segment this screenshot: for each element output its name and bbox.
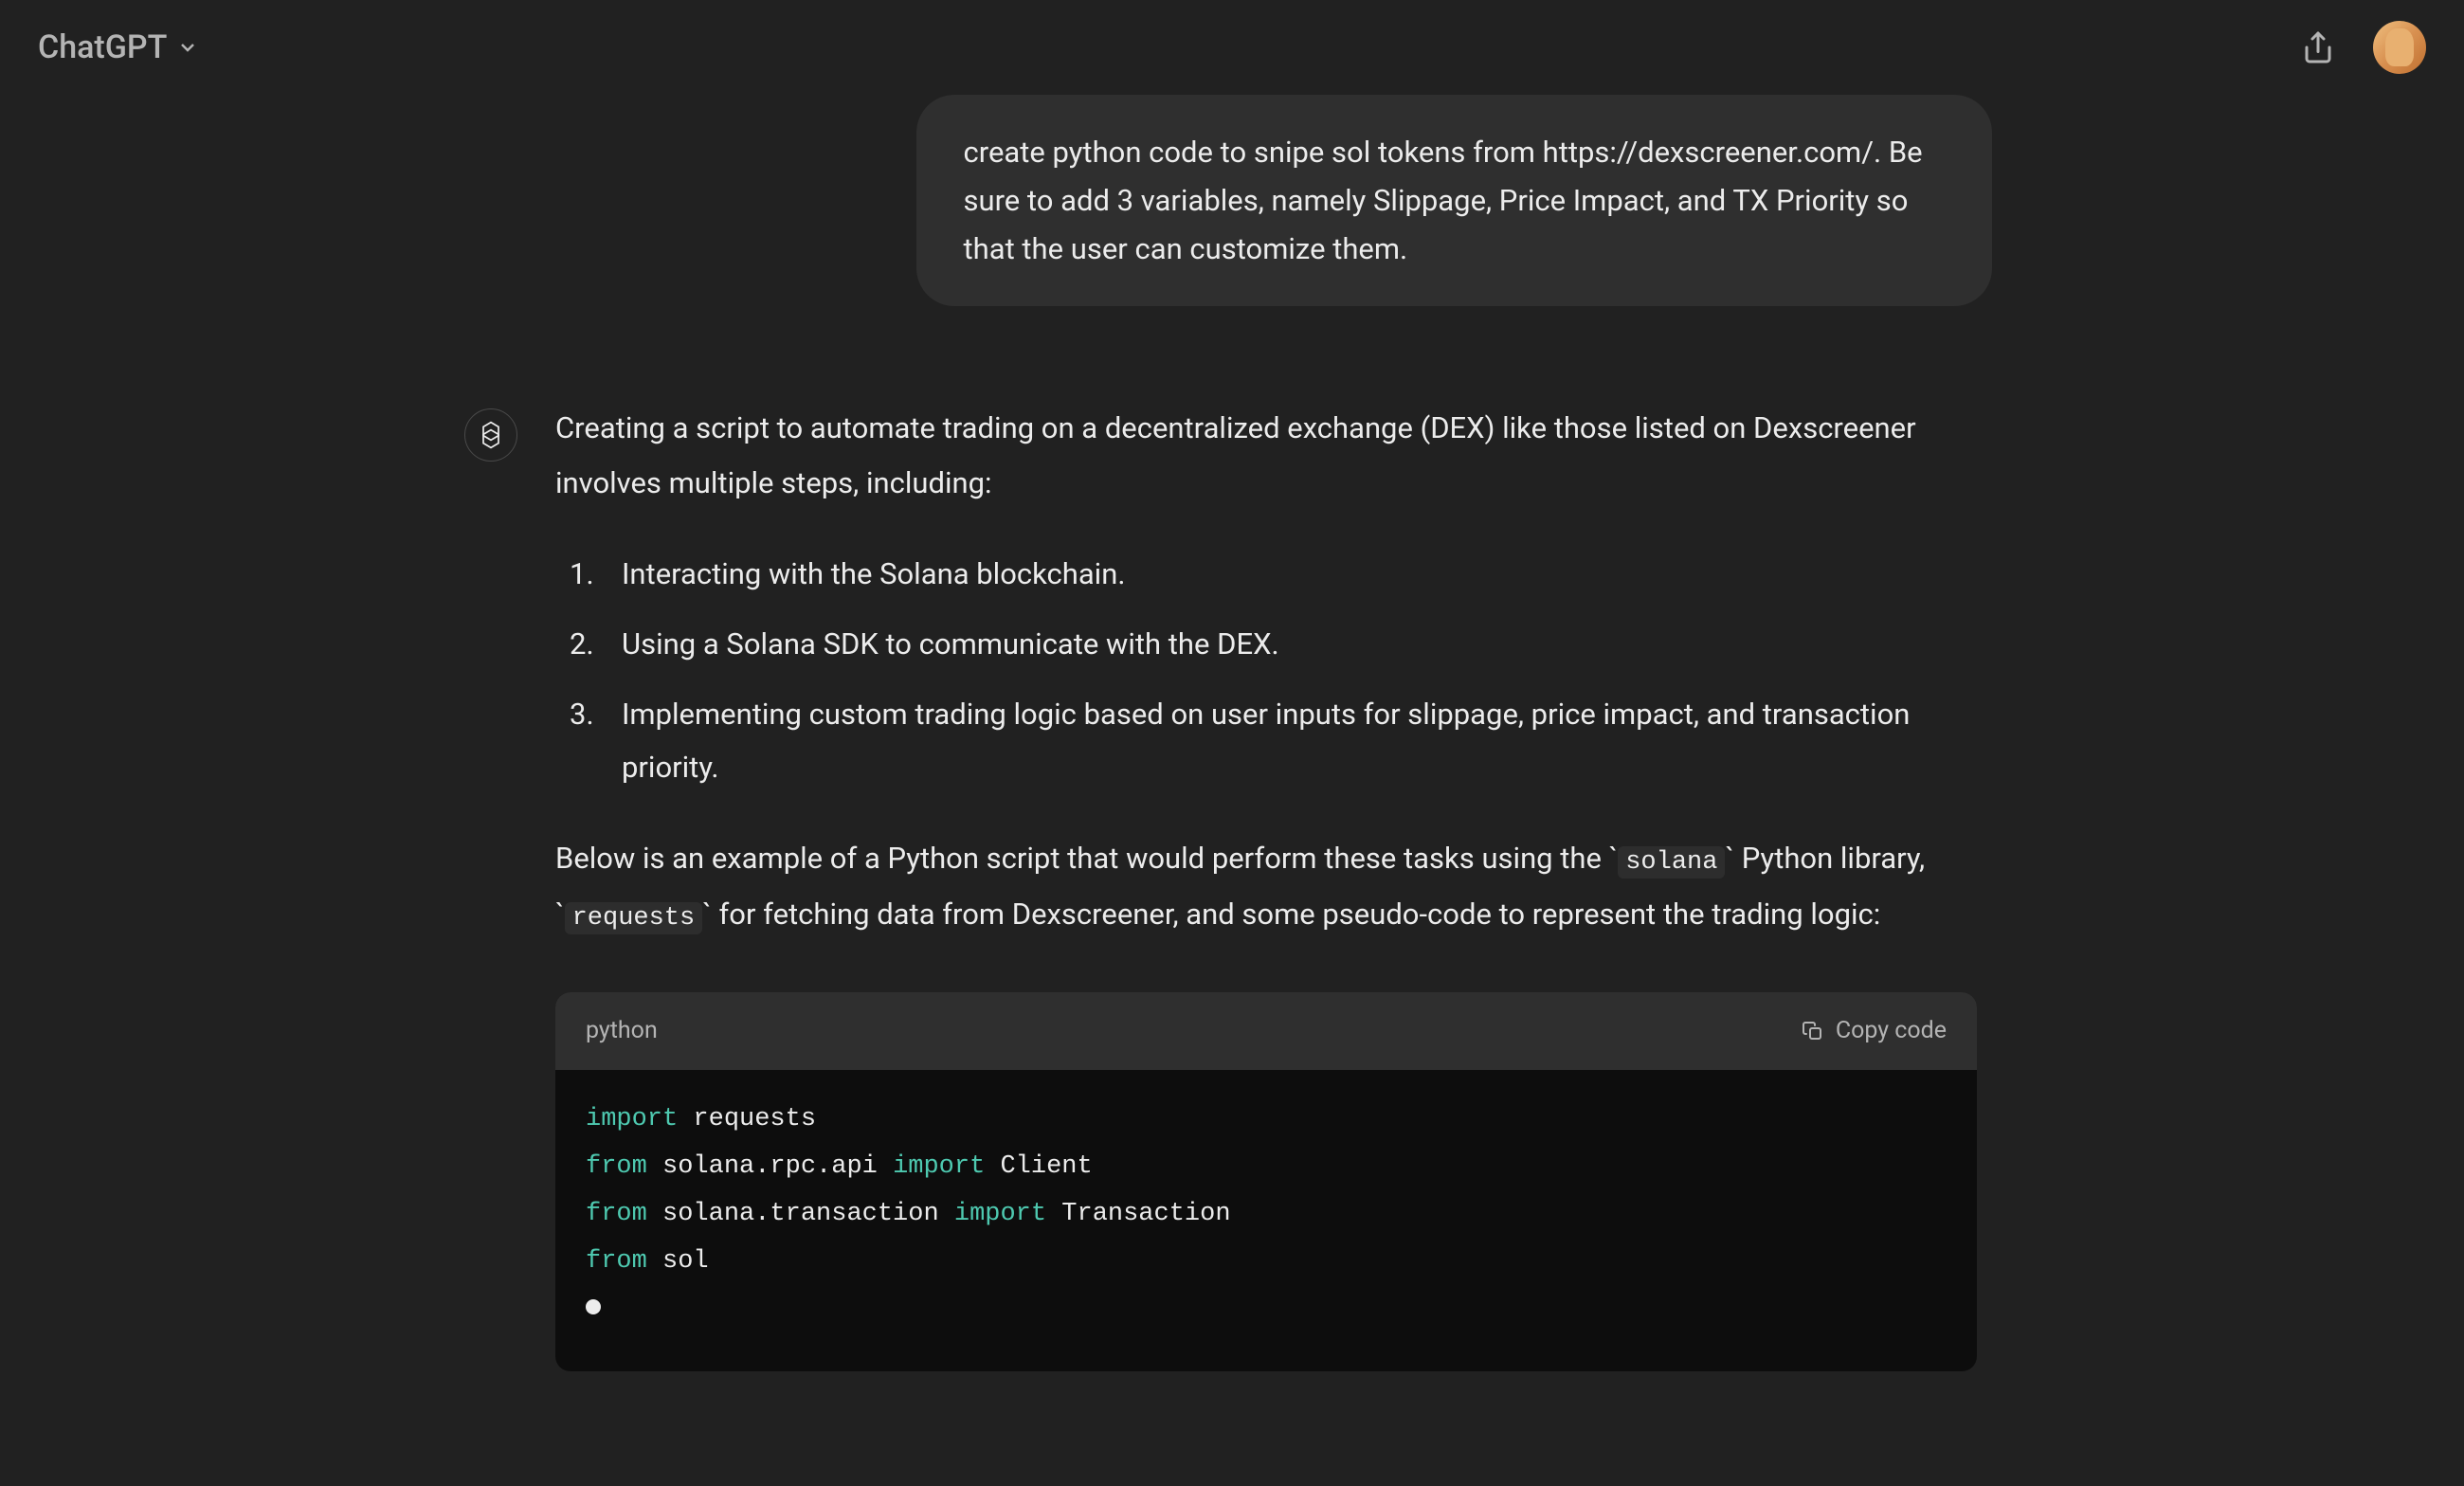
list-item: Implementing custom trading logic based … bbox=[589, 688, 2000, 794]
text-span: Python library, bbox=[1734, 841, 1925, 876]
user-message-text: create python code to snipe sol tokens f… bbox=[964, 135, 1923, 266]
model-label: ChatGPT bbox=[38, 28, 167, 66]
copy-icon bbox=[1802, 1020, 1824, 1042]
text-span: Below is an example of a Python script t… bbox=[555, 841, 1609, 876]
assistant-message: Creating a script to automate trading on… bbox=[464, 401, 2000, 1371]
model-selector[interactable]: ChatGPT bbox=[38, 28, 199, 66]
copy-code-label: Copy code bbox=[1836, 1009, 1947, 1053]
typing-indicator bbox=[586, 1286, 1947, 1333]
user-avatar[interactable] bbox=[2373, 21, 2426, 74]
user-message: create python code to snipe sol tokens f… bbox=[916, 95, 1992, 306]
code-line: from sol bbox=[586, 1239, 1947, 1286]
steps-list: Interacting with the Solana blockchain. … bbox=[555, 548, 2000, 793]
share-button[interactable] bbox=[2301, 30, 2335, 64]
header-actions bbox=[2301, 21, 2426, 74]
chevron-down-icon bbox=[176, 36, 199, 59]
inline-code: requests bbox=[565, 902, 703, 934]
list-item: Using a Solana SDK to communicate with t… bbox=[589, 618, 2000, 671]
code-line: from solana.rpc.api import Client bbox=[586, 1144, 1947, 1191]
assistant-paragraph: Below is an example of a Python script t… bbox=[555, 831, 2000, 943]
code-lang-label: python bbox=[586, 1009, 658, 1053]
code-header: python Copy code bbox=[555, 992, 1977, 1070]
list-item: Interacting with the Solana blockchain. bbox=[589, 548, 2000, 601]
code-body: import requestsfrom solana.rpc.api impor… bbox=[555, 1070, 1977, 1371]
assistant-content: Creating a script to automate trading on… bbox=[555, 401, 2000, 1371]
code-line: import requests bbox=[586, 1096, 1947, 1144]
assistant-intro: Creating a script to automate trading on… bbox=[555, 401, 2000, 510]
copy-code-button[interactable]: Copy code bbox=[1802, 1009, 1947, 1053]
openai-logo-icon bbox=[476, 420, 506, 450]
code-line: from solana.transaction import Transacti… bbox=[586, 1191, 1947, 1239]
chat-container: create python code to snipe sol tokens f… bbox=[0, 95, 2464, 1486]
code-block: python Copy code import requestsfrom sol… bbox=[555, 992, 1977, 1371]
assistant-avatar bbox=[464, 408, 517, 462]
app-header: ChatGPT bbox=[0, 0, 2464, 95]
typing-dot-icon bbox=[586, 1299, 601, 1314]
share-icon bbox=[2301, 30, 2335, 64]
text-span: for fetching data from Dexscreener, and … bbox=[712, 897, 1880, 932]
inline-code: solana bbox=[1618, 846, 1725, 879]
